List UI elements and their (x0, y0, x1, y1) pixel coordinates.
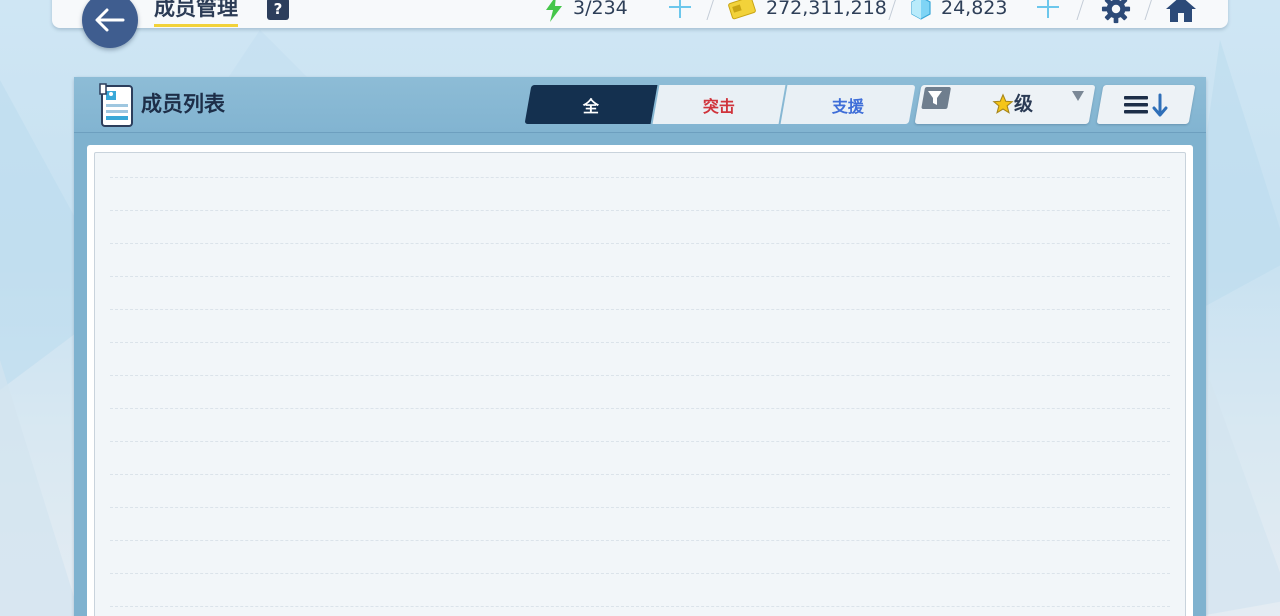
row-divider (110, 276, 1170, 277)
filter-label: 级 (992, 91, 1033, 117)
funnel-icon (928, 91, 942, 105)
row-divider (110, 408, 1170, 409)
back-button[interactable] (82, 0, 138, 48)
add-stamina-button[interactable] (667, 0, 693, 20)
filter-dropdown[interactable]: 级 (914, 85, 1096, 124)
star-icon (992, 93, 1014, 114)
row-divider (110, 540, 1170, 541)
credits-value: 272,311,218 (766, 0, 887, 19)
stamina-value: 3/234 (573, 0, 628, 19)
tab-all[interactable]: 全 (524, 85, 658, 124)
row-divider (110, 177, 1170, 178)
member-list-panel: 成员列表 全 突击 支援 级 (74, 77, 1206, 616)
row-divider (110, 243, 1170, 244)
tab-label: 突击 (702, 96, 735, 116)
crystal-icon (911, 0, 931, 20)
row-divider (110, 573, 1170, 574)
row-divider (110, 507, 1170, 508)
arrow-left-icon (95, 8, 125, 32)
row-divider (110, 309, 1170, 310)
tab-support[interactable]: 支援 (780, 85, 916, 124)
help-button[interactable]: ? (267, 0, 289, 20)
credit-card-icon (728, 0, 756, 20)
page-title: 成员管理 (154, 0, 238, 27)
tab-label: 全 (582, 96, 599, 116)
add-gems-button[interactable] (1035, 0, 1061, 20)
gear-icon[interactable] (1100, 0, 1132, 24)
row-divider (110, 606, 1170, 607)
row-divider (110, 210, 1170, 211)
panel-title: 成员列表 (141, 92, 225, 116)
tab-label: 支援 (831, 96, 864, 116)
dropdown-triangle-icon (1072, 91, 1084, 101)
row-divider (110, 441, 1170, 442)
home-icon[interactable] (1164, 0, 1198, 24)
member-grid (94, 152, 1186, 616)
sort-button[interactable] (1096, 85, 1196, 124)
lightning-icon (546, 0, 562, 22)
filter-text: 级 (1014, 93, 1034, 115)
gems-value: 24,823 (941, 0, 1008, 19)
tab-strike[interactable]: 突击 (652, 85, 786, 124)
sort-descending-icon (1124, 93, 1168, 116)
row-divider (110, 342, 1170, 343)
member-card-icon (99, 83, 133, 127)
row-divider (110, 474, 1170, 475)
panel-header: 成员列表 全 突击 支援 级 (74, 77, 1206, 133)
row-divider (110, 375, 1170, 376)
member-list[interactable] (87, 145, 1193, 616)
